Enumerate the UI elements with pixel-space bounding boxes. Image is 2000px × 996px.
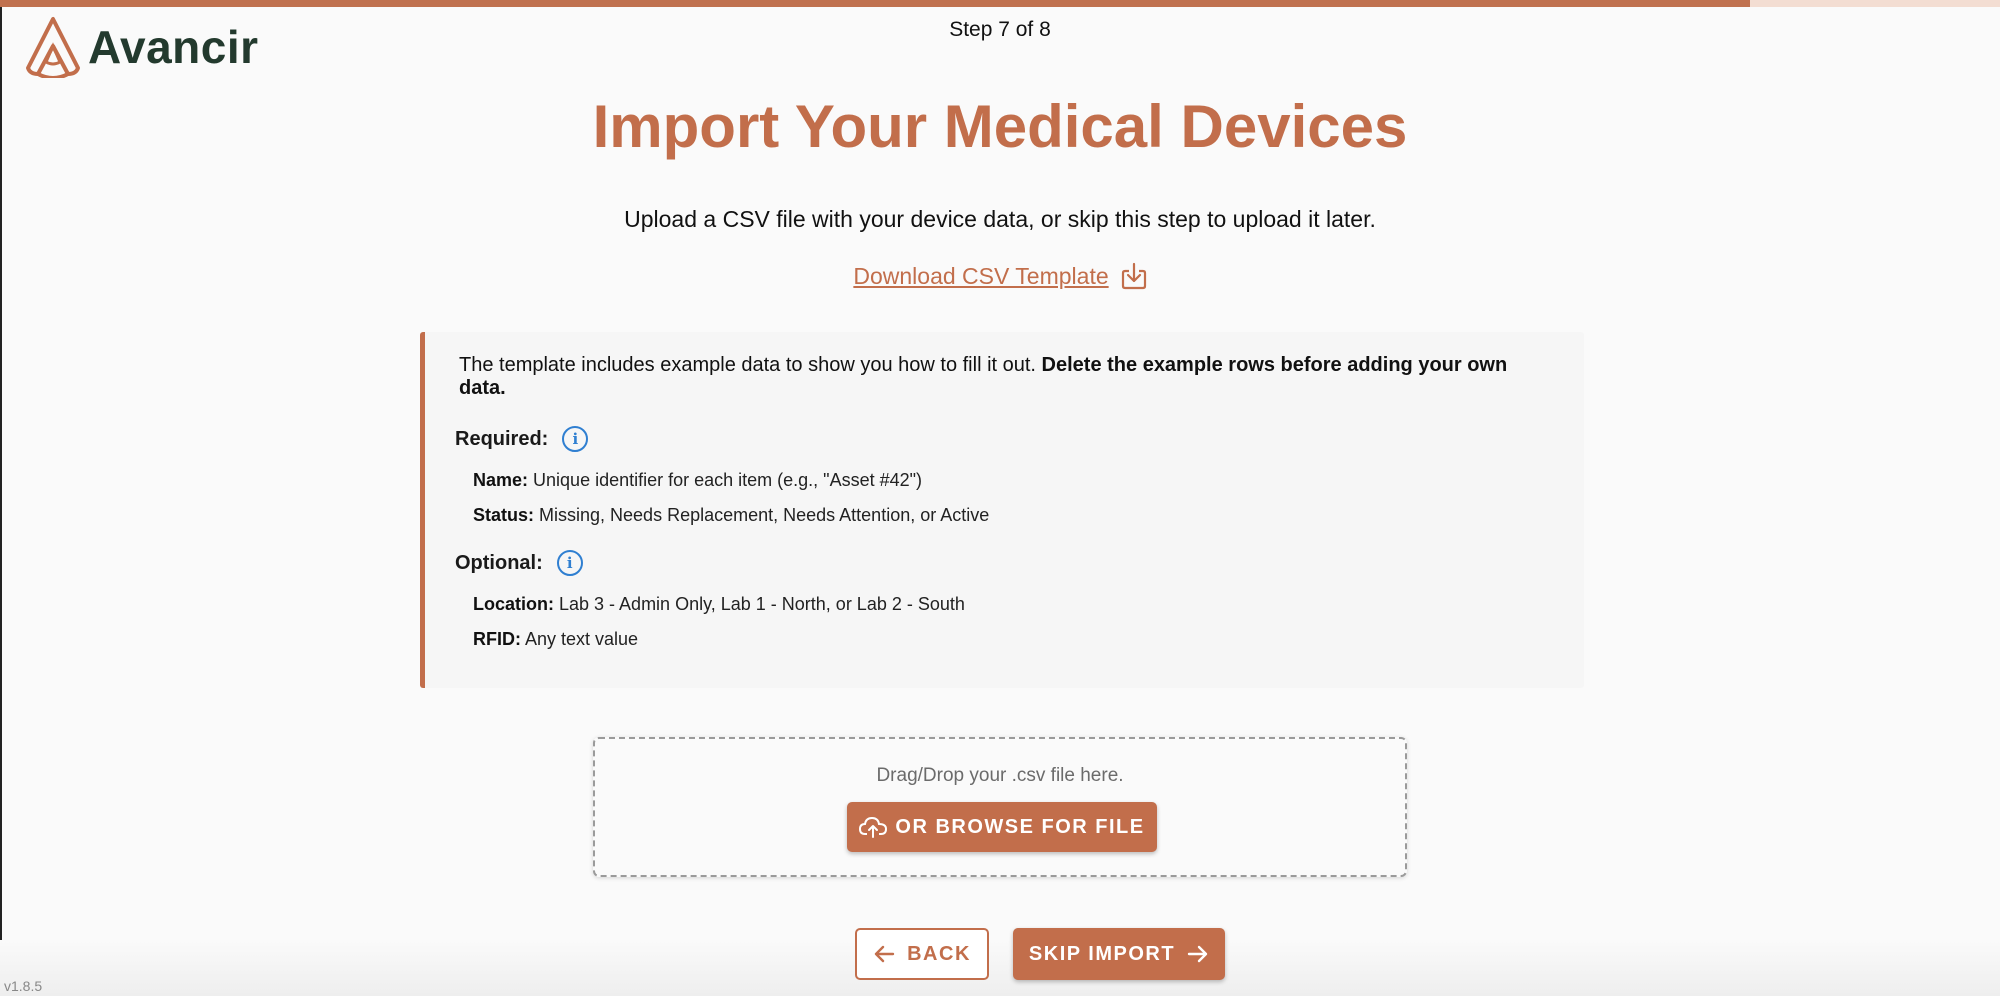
browse-file-button[interactable]: OR BROWSE FOR FILE <box>847 802 1157 852</box>
optional-field-location: Location: Lab 3 - Admin Only, Lab 1 - No… <box>473 594 1554 615</box>
download-template-label: Download CSV Template <box>853 262 1109 289</box>
required-label: Required: <box>455 427 549 450</box>
step-indicator: Step 7 of 8 <box>949 18 1051 41</box>
required-field-status: Status: Missing, Needs Replacement, Need… <box>473 505 1554 526</box>
field-label: Location: <box>473 594 554 614</box>
arrow-left-icon <box>874 945 895 963</box>
field-label: RFID: <box>473 629 521 649</box>
template-info-box: The template includes example data to sh… <box>420 332 1584 688</box>
optional-field-rfid: RFID: Any text value <box>473 629 1554 650</box>
onboarding-page: Avancir Step 7 of 8 Import Your Medical … <box>0 0 2000 996</box>
download-row: Download CSV Template <box>0 262 2000 290</box>
step-navigation: BACK SKIP IMPORT <box>0 928 2000 980</box>
progress-bar <box>0 0 2000 7</box>
field-description: Missing, Needs Replacement, Needs Attent… <box>534 505 990 525</box>
dropzone-text: Drag/Drop your .csv file here. <box>876 765 1124 786</box>
field-description: Any text value <box>521 629 639 649</box>
optional-info-icon[interactable]: i <box>556 550 583 576</box>
optional-label: Optional: <box>455 551 543 574</box>
page-title: Import Your Medical Devices <box>592 93 1408 160</box>
optional-section-header: Optional: i <box>455 550 1554 576</box>
arrow-right-icon <box>1187 945 1208 963</box>
browse-file-label: OR BROWSE FOR FILE <box>895 815 1145 838</box>
required-section-header: Required: i <box>455 426 1554 452</box>
back-label: BACK <box>907 942 971 965</box>
page-subtitle: Upload a CSV file with your device data,… <box>624 206 1376 232</box>
skip-import-button[interactable]: SKIP IMPORT <box>1013 928 1225 980</box>
progress-bar-fill <box>0 0 1750 7</box>
required-field-name: Name: Unique identifier for each item (e… <box>473 470 1554 491</box>
cloud-upload-icon <box>859 816 888 838</box>
info-intro: The template includes example data to sh… <box>459 354 1554 400</box>
info-intro-text: The template includes example data to sh… <box>459 354 1042 376</box>
csv-dropzone[interactable]: Drag/Drop your .csv file here. OR BROWSE… <box>593 737 1407 877</box>
field-description: Unique identifier for each item (e.g., "… <box>528 470 923 490</box>
back-button[interactable]: BACK <box>855 928 989 980</box>
download-icon <box>1121 262 1146 290</box>
field-label: Status: <box>473 505 535 525</box>
download-template-link[interactable]: Download CSV Template <box>853 262 1146 290</box>
version-label: v1.8.5 <box>4 978 43 994</box>
field-label: Name: <box>473 470 529 490</box>
required-info-icon[interactable]: i <box>562 426 589 452</box>
field-description: Lab 3 - Admin Only, Lab 1 - North, or La… <box>554 594 965 614</box>
skip-import-label: SKIP IMPORT <box>1028 942 1176 965</box>
